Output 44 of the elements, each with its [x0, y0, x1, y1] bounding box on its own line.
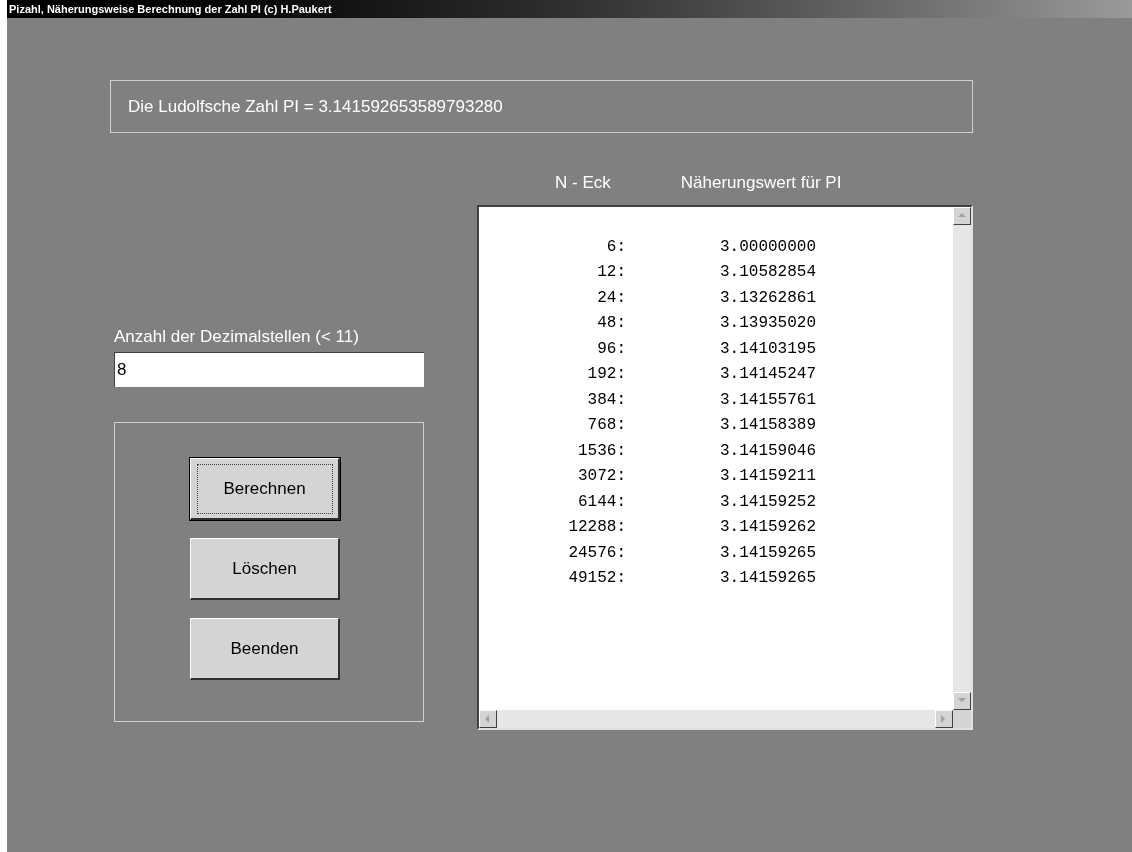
pi-value-text: Die Ludolfsche Zahl PI = 3.141592653589793280 [128, 95, 503, 118]
polygon-count: 1536: [577, 440, 626, 462]
approximation-value: 3.14103195 [720, 338, 816, 360]
scroll-up-button[interactable] [953, 207, 971, 225]
approximation-value: 3.14159046 [720, 440, 816, 462]
polygon-count: 384: [586, 389, 626, 411]
decimals-input[interactable]: 8 [114, 352, 424, 387]
approximation-value: 3.14158389 [720, 415, 816, 437]
polygon-count: 96: [596, 338, 626, 360]
approximation-value: 3.13935020 [720, 313, 816, 335]
approximation-value: 3.14159252 [720, 491, 816, 513]
approximation-value: 3.14159262 [720, 517, 816, 539]
vertical-scrollbar[interactable] [953, 207, 971, 710]
scroll-left-button[interactable] [479, 710, 497, 728]
polygon-count: 6: [605, 236, 626, 258]
decimals-label: Anzahl der Dezimalstellen (< 11) [114, 326, 360, 348]
approximation-value: 3.10582854 [720, 262, 816, 284]
action-button[interactable]: Beenden [190, 618, 340, 680]
approximation-value: 3.14145247 [720, 364, 816, 386]
approximation-value: 3.14159265 [720, 568, 816, 590]
approximation-value: 3.14159211 [720, 466, 816, 488]
approximation-value: 3.13262861 [720, 287, 816, 309]
column-header: N - Eck [555, 172, 611, 194]
polygon-count: 12288: [567, 517, 626, 539]
window-title: Pizahl, Näherungsweise Berechnung der Zahl PI (c) H.Paukert [9, 1, 332, 17]
horizontal-scrollbar[interactable] [479, 710, 953, 728]
scroll-down-button[interactable] [953, 692, 971, 710]
polygon-count: 6144: [577, 491, 626, 513]
approximation-value: 3.14155761 [720, 389, 816, 411]
action-button[interactable]: Löschen [190, 538, 340, 600]
polygon-count: 192: [586, 364, 626, 386]
polygon-count: 12: [596, 262, 626, 284]
polygon-count: 24576: [567, 542, 626, 564]
action-button[interactable]: Berechnen [190, 458, 340, 520]
approximation-value: 3.14159265 [720, 542, 816, 564]
scroll-right-button[interactable] [935, 710, 953, 728]
polygon-count: 768: [586, 415, 626, 437]
polygon-count: 48: [596, 313, 626, 335]
polygon-count: 3072: [577, 466, 626, 488]
column-header: Näherungswert für PI [680, 172, 842, 194]
approximation-value: 3.00000000 [720, 236, 816, 258]
polygon-count: 24: [596, 287, 626, 309]
scrollbar-corner [953, 710, 971, 728]
polygon-count: 49152: [567, 568, 626, 590]
